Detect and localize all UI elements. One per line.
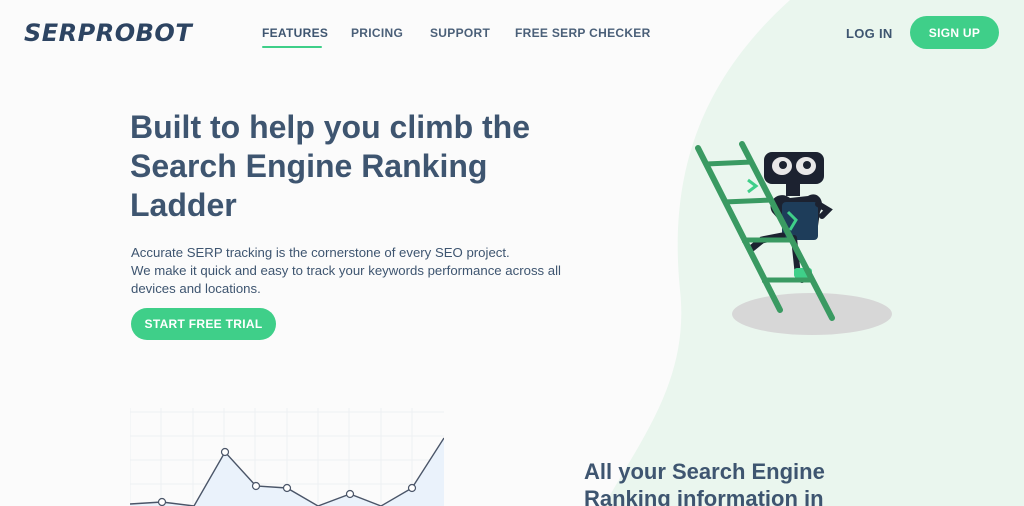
section-title: All your Search Engine Ranking informati…: [584, 458, 884, 506]
section-title-line: Ranking information in: [584, 486, 824, 506]
nav-free-serp-checker[interactable]: FREE SERP CHECKER: [515, 26, 651, 40]
hero-title-line: Ladder: [130, 187, 237, 223]
hero-subtitle-line: devices and locations.: [131, 281, 261, 296]
serprobot-logo[interactable]: SERPROBOT: [24, 19, 192, 47]
top-navigation: SERPROBOT FEATURES PRICING SUPPORT FREE …: [0, 0, 1024, 66]
signup-button[interactable]: SIGN UP: [910, 16, 999, 49]
hero-title: Built to help you climb the Search Engin…: [130, 108, 600, 225]
hero-subtitle-line: Accurate SERP tracking is the cornerston…: [131, 245, 510, 260]
active-nav-indicator: [262, 46, 322, 48]
start-free-trial-button[interactable]: START FREE TRIAL: [131, 308, 276, 340]
hero-subtitle-line: We make it quick and easy to track your …: [131, 263, 561, 278]
section-title-line: All your Search Engine: [584, 459, 825, 484]
login-link[interactable]: LOG IN: [846, 26, 893, 41]
hero-title-line: Search Engine Ranking: [130, 148, 488, 184]
nav-features[interactable]: FEATURES: [262, 26, 328, 40]
nav-support[interactable]: SUPPORT: [430, 26, 490, 40]
line-chart-illustration: [130, 408, 444, 506]
nav-pricing[interactable]: PRICING: [351, 26, 403, 40]
robot-on-ladder-illustration: [695, 141, 892, 335]
hero-title-line: Built to help you climb the: [130, 109, 530, 145]
hero-subtitle: Accurate SERP tracking is the cornerston…: [131, 244, 581, 298]
